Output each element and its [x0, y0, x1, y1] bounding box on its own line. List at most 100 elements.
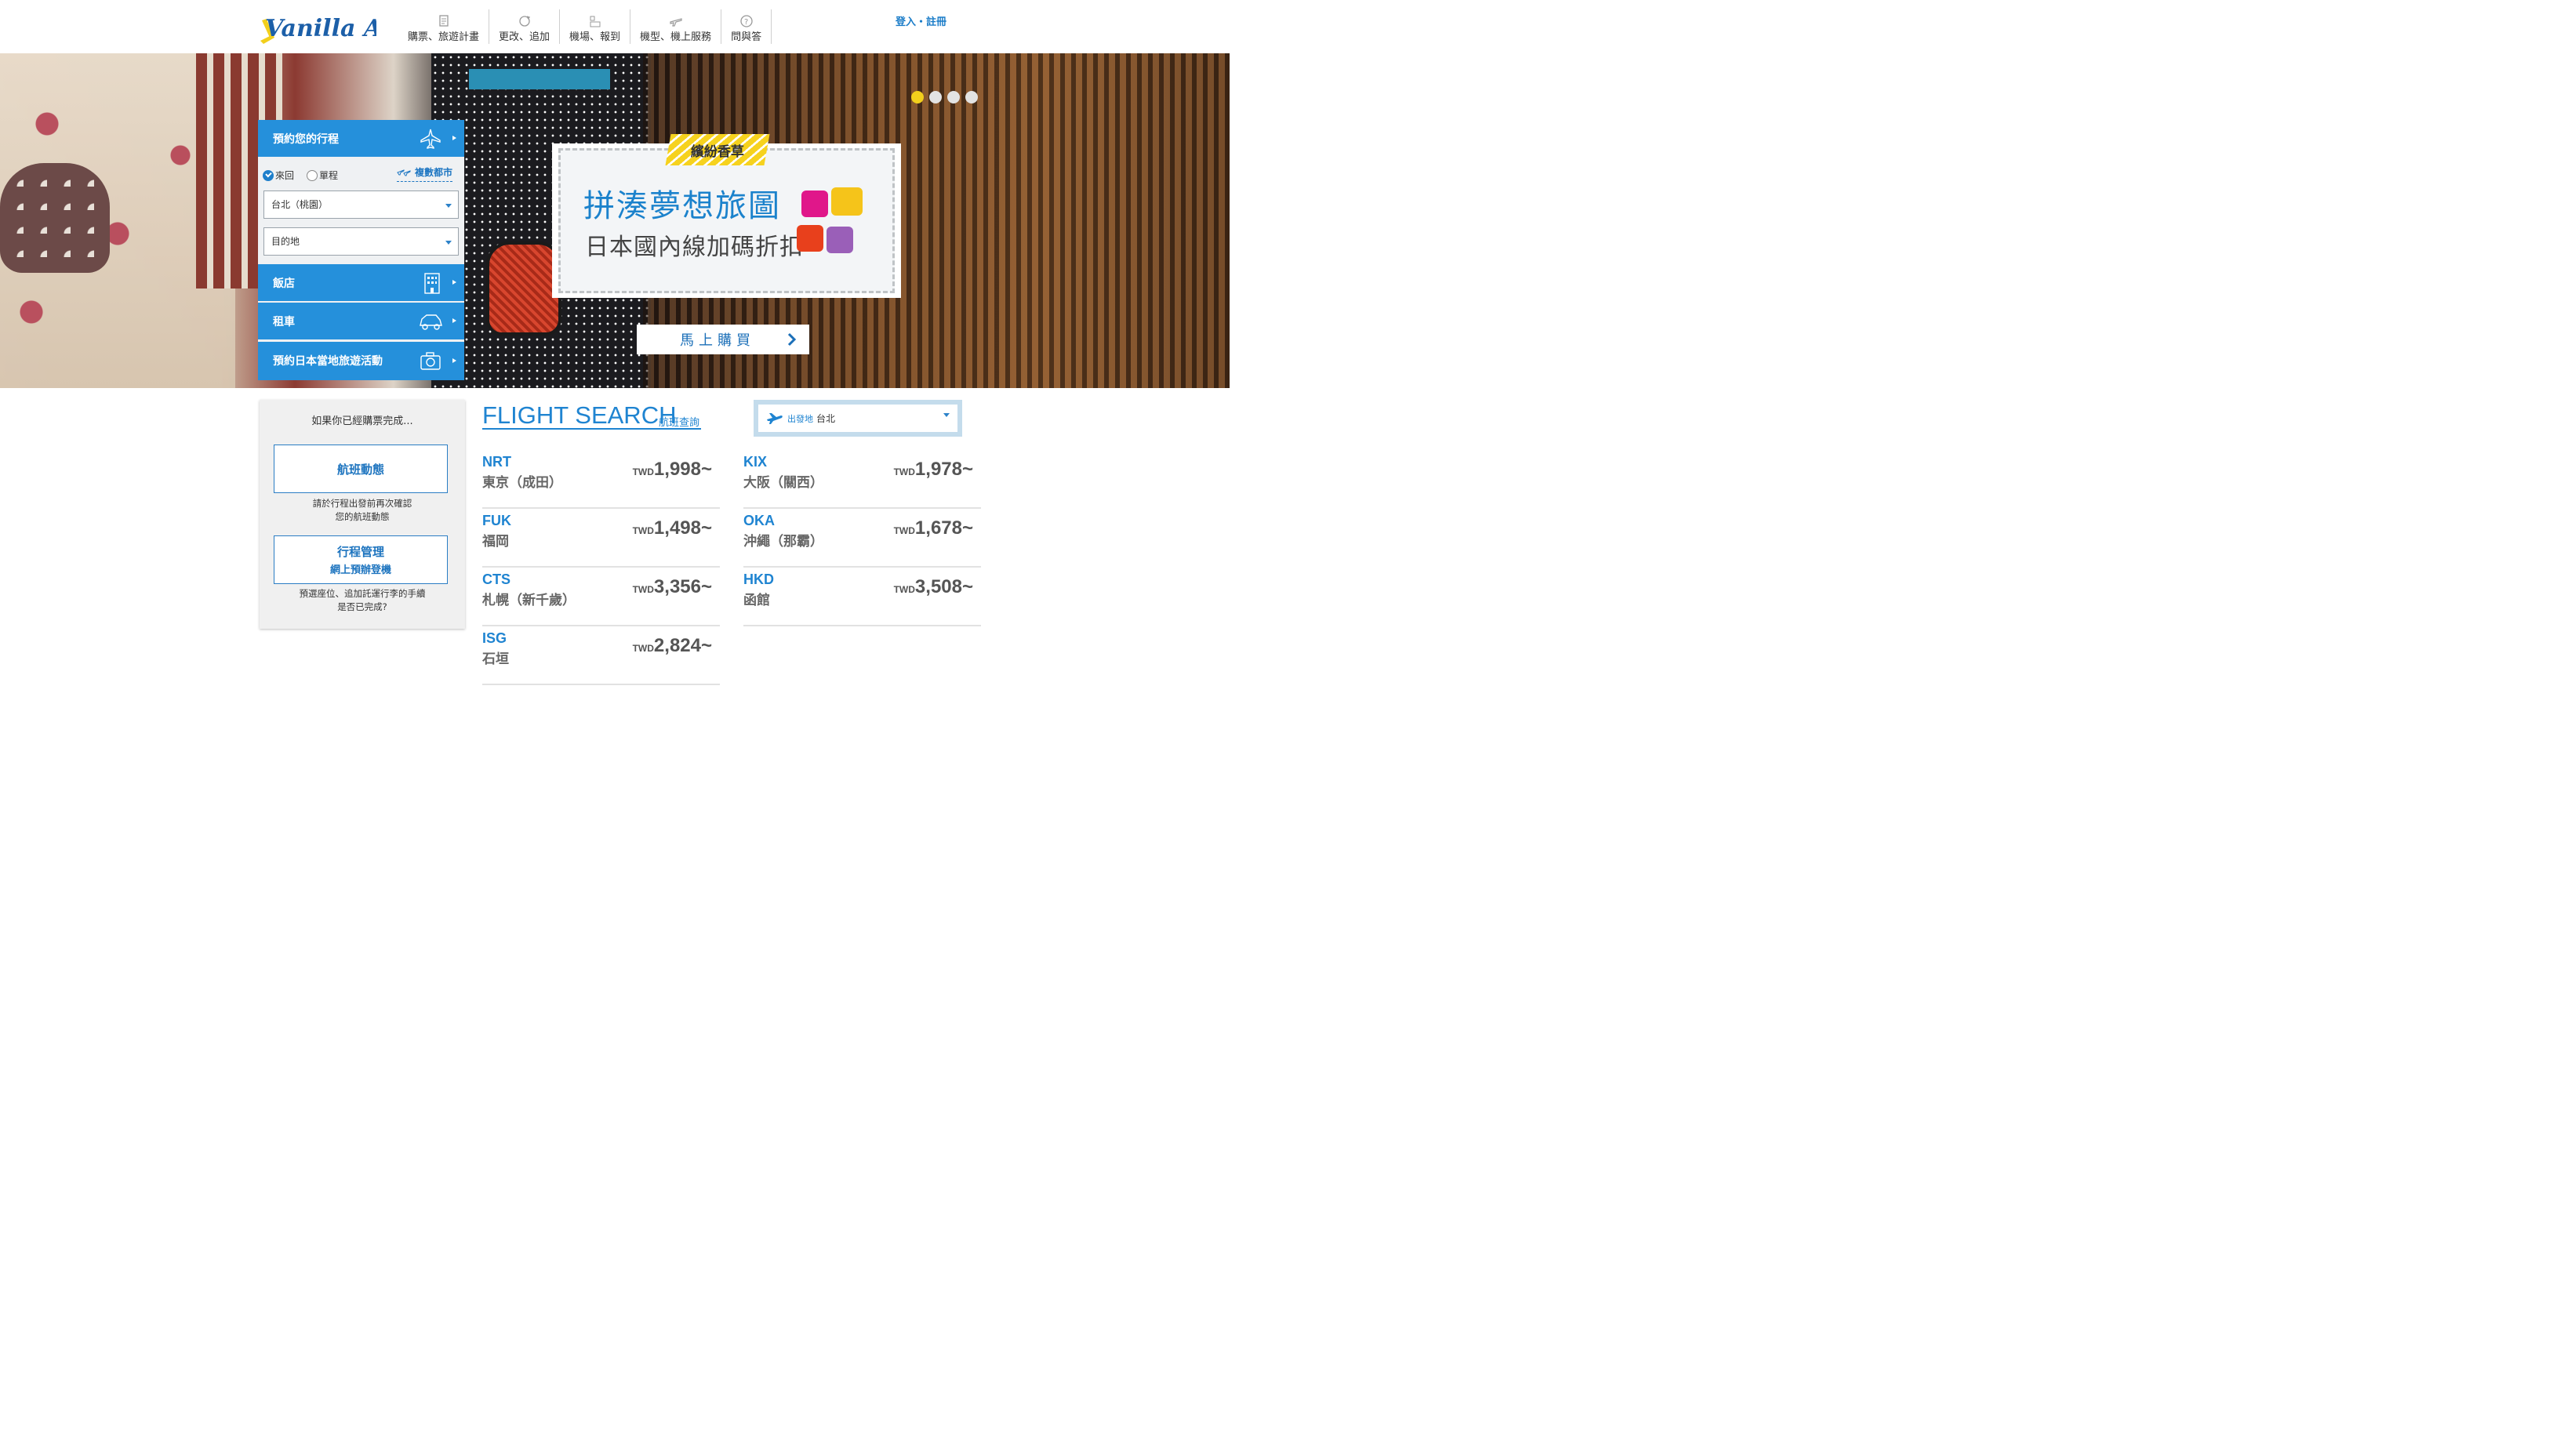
nav-booking[interactable]: 購票、旅遊計畫 [398, 9, 490, 44]
route-city: 大阪（關西） [743, 475, 823, 491]
hero-photo-pouch [0, 163, 110, 273]
hotel-label: 飯店 [273, 278, 295, 290]
route-item[interactable]: ISG 石垣 TWD2,824~ [482, 626, 720, 685]
flight-status-label: 航班動態 [336, 462, 384, 477]
buy-now-label: 馬上購買 [680, 332, 755, 349]
price-value: 1,998~ [653, 459, 712, 480]
car-icon [420, 314, 442, 330]
destination-select[interactable]: 目的地 [263, 227, 459, 256]
puzzle-piece-icon [797, 225, 823, 252]
trip-type: 來回 單程 [263, 169, 338, 182]
refresh-icon [518, 16, 530, 27]
online-checkin-label: 網上預辦登機 [329, 564, 391, 576]
purchased-title: 如果你已經購票完成... [311, 415, 413, 427]
chevron-down-icon [445, 241, 452, 245]
one-way-label: 單程 [319, 170, 339, 181]
manage-booking-label: 行程管理 [336, 545, 384, 559]
origin-value: 台北（桃園） [271, 199, 329, 210]
nav-change[interactable]: 更改、追加 [489, 9, 561, 44]
price-value: 1,678~ [914, 517, 973, 539]
promo-banner[interactable]: 繽紛香草 拼湊夢想旅圖 日本國內線加碼折扣 [552, 134, 901, 298]
route-city: 沖繩（那霸） [743, 534, 823, 550]
origin-select[interactable]: 台北（桃園） [263, 191, 459, 219]
camera-icon [420, 352, 441, 370]
hotel-row[interactable]: 飯店 [258, 264, 464, 301]
expand-arrow-icon [452, 358, 456, 363]
departure-value: 台北 [816, 413, 836, 424]
departure-label: 出發地 [787, 413, 813, 424]
route-code: NRT [482, 454, 511, 470]
nav-airport[interactable]: 機場、報到 [560, 9, 631, 44]
route-code: OKA [743, 513, 775, 528]
checkin-icon [590, 16, 601, 27]
route-code: FUK [482, 513, 511, 528]
carousel-dot-3[interactable] [947, 91, 960, 103]
expand-arrow-icon [452, 136, 456, 140]
booking-header-label: 預約您的行程 [273, 133, 339, 146]
flight-search-title: FLIGHT SEARCH [482, 401, 677, 429]
booking-widget: 預約您的行程 來回 單程 複數都市 台北（桃園） 目的地 飯店 租車 預約日本當… [258, 120, 464, 380]
chevron-down-icon [943, 413, 950, 417]
nav-aircraft[interactable]: 機型、機上服務 [630, 9, 722, 44]
purchased-card: 如果你已經購票完成... 航班動態 請於行程出發前再次確認 您的航班動態 行程管… [260, 400, 465, 629]
route-item[interactable]: HKD 函館 TWD3,508~ [743, 567, 981, 626]
nav-faq[interactable]: ? 問與答 [721, 9, 772, 44]
multi-city-link[interactable]: 複數都市 [397, 165, 453, 182]
booking-header[interactable]: 預約您的行程 [258, 120, 464, 157]
flight-search-subtitle: 航班查詢 [659, 417, 700, 429]
main-nav: 購票、旅遊計畫 更改、追加 機場、報到 機型、機上服務 ? 問與答 [398, 9, 772, 44]
manage-note: 預選座位、追加託運行李的手續 是否已完成? [260, 587, 465, 614]
login-register-link[interactable]: 登入・註冊 [896, 13, 946, 28]
route-item[interactable]: KIX 大阪（關西） TWD1,978~ [743, 449, 981, 509]
puzzle-piece-icon [801, 191, 828, 217]
logo-text: Vanilla Air [265, 15, 376, 42]
route-code: KIX [743, 454, 768, 470]
flight-search-underline [482, 428, 701, 430]
route-city: 石垣 [482, 651, 509, 667]
route-price: TWD1,678~ [894, 517, 973, 539]
promo-tag-text: 繽紛香草 [691, 143, 744, 160]
buy-now-button[interactable]: 馬上購買 [637, 325, 809, 354]
carousel-dot-1[interactable] [911, 91, 924, 103]
nav-label: 機場、報到 [569, 31, 621, 43]
route-price: TWD3,508~ [894, 576, 973, 598]
car-rental-label: 租車 [273, 316, 295, 328]
route-item[interactable]: FUK 福岡 TWD1,498~ [482, 508, 720, 568]
promo-tag: 繽紛香草 [665, 134, 770, 165]
departure-select-wrap: 出發地 台北 [754, 400, 962, 437]
manage-booking-button[interactable]: 行程管理 網上預辦登機 [274, 535, 448, 584]
airplane-icon [669, 18, 682, 27]
document-icon [438, 15, 449, 27]
route-item[interactable]: OKA 沖繩（那霸） TWD1,678~ [743, 508, 981, 568]
one-way-radio[interactable] [307, 169, 318, 181]
carousel-dot-4[interactable] [965, 91, 978, 103]
car-rental-row[interactable]: 租車 [258, 303, 464, 339]
vanilla-air-logo[interactable]: Vanilla Air [259, 9, 376, 50]
hero-photo-belt [469, 69, 610, 89]
nav-label: 購票、旅遊計畫 [408, 31, 480, 43]
local-activity-row[interactable]: 預約日本當地旅遊活動 [258, 342, 464, 380]
promo-subtitle: 日本國內線加碼折扣 [585, 234, 804, 261]
route-item[interactable]: NRT 東京（成田） TWD1,998~ [482, 449, 720, 509]
departure-select[interactable]: 出發地 台北 [758, 405, 957, 432]
svg-text:?: ? [744, 18, 748, 27]
route-city: 東京（成田） [482, 475, 562, 491]
currency-label: TWD [632, 466, 654, 477]
route-city: 札幌（新千歲） [482, 593, 576, 608]
currency-label: TWD [893, 584, 915, 595]
note-line: 請於行程出發前再次確認 [312, 498, 412, 509]
route-item[interactable]: CTS 札幌（新千歲） TWD3,356~ [482, 567, 720, 626]
currency-label: TWD [632, 525, 654, 536]
airplane-icon [767, 412, 783, 424]
question-icon: ? [739, 15, 753, 27]
round-trip-radio[interactable] [263, 169, 274, 181]
route-code: CTS [482, 572, 510, 587]
destination-placeholder: 目的地 [271, 236, 300, 247]
chevron-right-icon [787, 332, 797, 347]
airplane-icon [420, 129, 441, 149]
nav-label: 問與答 [731, 31, 762, 43]
flight-status-button[interactable]: 航班動態 [274, 445, 448, 493]
expand-arrow-icon [452, 280, 456, 285]
route-code: ISG [482, 630, 507, 646]
carousel-dot-2[interactable] [929, 91, 942, 103]
